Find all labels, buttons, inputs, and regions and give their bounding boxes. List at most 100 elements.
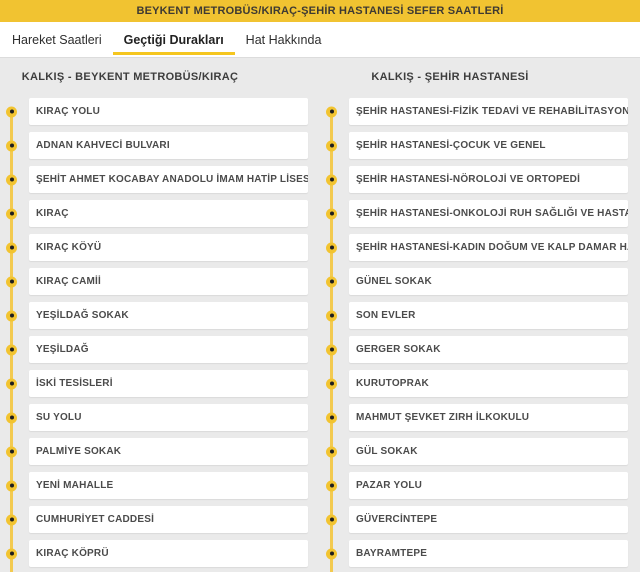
stop-name: ŞEHİR HASTANESİ-ÇOCUK VE GENEL: [356, 140, 546, 151]
timeline-list: ŞEHİR HASTANESİ-FİZİK TEDAVİ VE REHABİLİ…: [320, 98, 640, 572]
stop-name: ŞEHİR HASTANESİ-ONKOLOJİ RUH SAĞLIĞI VE …: [356, 208, 628, 219]
stop-name: GÜVERCİNTEPE: [356, 514, 437, 525]
stop-card[interactable]: İSKİ TESİSLERİ: [29, 370, 308, 397]
stop-card[interactable]: KIRAÇ KÖPRÜ: [29, 540, 308, 567]
stop-dot-icon: [6, 548, 17, 559]
stop-dot-icon: [6, 310, 17, 321]
stop-name: YEŞİLDAĞ: [36, 344, 89, 355]
stop-dot-icon: [6, 140, 17, 151]
stop-row: CUMHURİYET CADDESİ: [0, 506, 308, 533]
page-title-bar: BEYKENT METROBÜS/KIRAÇ-ŞEHİR HASTANESİ S…: [0, 0, 640, 22]
tab-label: Hat Hakkında: [246, 33, 322, 47]
stop-name: ADNAN KAHVECİ BULVARI: [36, 140, 170, 151]
stop-dot-icon: [326, 480, 337, 491]
stop-row: ŞEHİT AHMET KOCABAY ANADOLU İMAM HATİP L…: [0, 166, 308, 193]
stop-dot-icon: [326, 140, 337, 151]
stop-row: KURUTOPRAK: [320, 370, 628, 397]
stop-card[interactable]: ADNAN KAHVECİ BULVARI: [29, 132, 308, 159]
tab-hat-hakkinda[interactable]: Hat Hakkında: [235, 22, 333, 57]
stop-row: GÜVERCİNTEPE: [320, 506, 628, 533]
stop-name: SU YOLU: [36, 412, 82, 423]
stop-card[interactable]: PALMİYE SOKAK: [29, 438, 308, 465]
stop-dot-icon: [326, 310, 337, 321]
stop-card[interactable]: GÜVERCİNTEPE: [349, 506, 628, 533]
stop-row: SON EVLER: [320, 302, 628, 329]
stop-row: ŞEHİR HASTANESİ-ÇOCUK VE GENEL: [320, 132, 628, 159]
stop-card[interactable]: KURUTOPRAK: [349, 370, 628, 397]
stop-name: CUMHURİYET CADDESİ: [36, 514, 154, 525]
stop-row: PALMİYE SOKAK: [0, 438, 308, 465]
tab-label: Hareket Saatleri: [12, 33, 102, 47]
stop-name: SON EVLER: [356, 310, 416, 321]
stop-card[interactable]: KIRAÇ CAMİİ: [29, 268, 308, 295]
stop-name: PALMİYE SOKAK: [36, 446, 121, 457]
stop-name: GÜL SOKAK: [356, 446, 418, 457]
stop-card[interactable]: YEŞİLDAĞ SOKAK: [29, 302, 308, 329]
stop-row: KIRAÇ YOLU: [0, 98, 308, 125]
timeline-list: KIRAÇ YOLU ADNAN KAHVECİ BULVARI ŞEHİT A…: [0, 98, 320, 572]
stop-card[interactable]: YEŞİLDAĞ: [29, 336, 308, 363]
stop-card[interactable]: CUMHURİYET CADDESİ: [29, 506, 308, 533]
stop-name: ŞEHİR HASTANESİ-NÖROLOJİ VE ORTOPEDİ: [356, 174, 580, 185]
stop-name: İSKİ TESİSLERİ: [36, 378, 113, 389]
stop-name: ŞEHİR HASTANESİ-FİZİK TEDAVİ VE REHABİLİ…: [356, 106, 628, 117]
stop-name: ŞEHİT AHMET KOCABAY ANADOLU İMAM HATİP L…: [36, 174, 308, 185]
stop-row: BAYRAMTEPE: [320, 540, 628, 567]
stop-card[interactable]: GÜNEL SOKAK: [349, 268, 628, 295]
stop-row: YEŞİLDAĞ: [0, 336, 308, 363]
stop-card[interactable]: GERGER SOKAK: [349, 336, 628, 363]
stop-card[interactable]: SU YOLU: [29, 404, 308, 431]
stop-dot-icon: [6, 378, 17, 389]
page-title: BEYKENT METROBÜS/KIRAÇ-ŞEHİR HASTANESİ S…: [136, 5, 503, 17]
stop-name: KIRAÇ KÖPRÜ: [36, 548, 109, 559]
stop-name: PAZAR YOLU: [356, 480, 422, 491]
stop-dot-icon: [6, 446, 17, 457]
stop-card[interactable]: KIRAÇ: [29, 200, 308, 227]
stop-dot-icon: [6, 412, 17, 423]
stop-card[interactable]: YENİ MAHALLE: [29, 472, 308, 499]
stop-row: KIRAÇ: [0, 200, 308, 227]
stop-name: KURUTOPRAK: [356, 378, 429, 389]
stop-name: YEŞİLDAĞ SOKAK: [36, 310, 129, 321]
stop-name: GÜNEL SOKAK: [356, 276, 432, 287]
stop-card[interactable]: KIRAÇ KÖYÜ: [29, 234, 308, 261]
stop-card[interactable]: SON EVLER: [349, 302, 628, 329]
column-departure-beykent: KALKIŞ - BEYKENT METROBÜS/KIRAÇ KIRAÇ YO…: [0, 57, 320, 572]
column-departure-sehir-hastanesi: KALKIŞ - ŞEHİR HASTANESİ ŞEHİR HASTANESİ…: [320, 57, 640, 572]
stop-dot-icon: [6, 480, 17, 491]
stop-card[interactable]: ŞEHİR HASTANESİ-FİZİK TEDAVİ VE REHABİLİ…: [349, 98, 628, 125]
stop-dot-icon: [6, 106, 17, 117]
page: BEYKENT METROBÜS/KIRAÇ-ŞEHİR HASTANESİ S…: [0, 0, 640, 572]
stop-card[interactable]: BAYRAMTEPE: [349, 540, 628, 567]
stop-dot-icon: [326, 412, 337, 423]
tab-gectigi-duraklari[interactable]: Geçtiği Durakları: [113, 22, 235, 57]
stop-card[interactable]: PAZAR YOLU: [349, 472, 628, 499]
tab-hareket-saatleri[interactable]: Hareket Saatleri: [1, 22, 113, 57]
stop-card[interactable]: ŞEHİR HASTANESİ-KADIN DOĞUM VE KALP DAMA…: [349, 234, 628, 261]
stop-row: ŞEHİR HASTANESİ-ONKOLOJİ RUH SAĞLIĞI VE …: [320, 200, 628, 227]
stop-dot-icon: [6, 242, 17, 253]
stop-dot-icon: [326, 106, 337, 117]
stop-row: KIRAÇ KÖPRÜ: [0, 540, 308, 567]
stop-dot-icon: [326, 446, 337, 457]
stop-card[interactable]: ŞEHİR HASTANESİ-ÇOCUK VE GENEL: [349, 132, 628, 159]
stop-row: ŞEHİR HASTANESİ-KADIN DOĞUM VE KALP DAMA…: [320, 234, 628, 261]
stop-card[interactable]: GÜL SOKAK: [349, 438, 628, 465]
stop-card[interactable]: ŞEHİR HASTANESİ-ONKOLOJİ RUH SAĞLIĞI VE …: [349, 200, 628, 227]
stop-name: MAHMUT ŞEVKET ZIRH İLKOKULU: [356, 412, 529, 423]
stop-row: ŞEHİR HASTANESİ-FİZİK TEDAVİ VE REHABİLİ…: [320, 98, 628, 125]
stop-card[interactable]: MAHMUT ŞEVKET ZIRH İLKOKULU: [349, 404, 628, 431]
stop-name: BAYRAMTEPE: [356, 548, 427, 559]
column-title: KALKIŞ - ŞEHİR HASTANESİ: [320, 71, 640, 84]
stop-card[interactable]: ŞEHİR HASTANESİ-NÖROLOJİ VE ORTOPEDİ: [349, 166, 628, 193]
stop-row: GÜNEL SOKAK: [320, 268, 628, 295]
stops-panel: KALKIŞ - BEYKENT METROBÜS/KIRAÇ KIRAÇ YO…: [0, 57, 640, 572]
stop-row: SU YOLU: [0, 404, 308, 431]
stop-row: YEŞİLDAĞ SOKAK: [0, 302, 308, 329]
stop-card[interactable]: KIRAÇ YOLU: [29, 98, 308, 125]
stop-dot-icon: [6, 514, 17, 525]
stop-name: KIRAÇ KÖYÜ: [36, 242, 101, 253]
stop-row: İSKİ TESİSLERİ: [0, 370, 308, 397]
column-title: KALKIŞ - BEYKENT METROBÜS/KIRAÇ: [0, 71, 320, 84]
stop-card[interactable]: ŞEHİT AHMET KOCABAY ANADOLU İMAM HATİP L…: [29, 166, 308, 193]
